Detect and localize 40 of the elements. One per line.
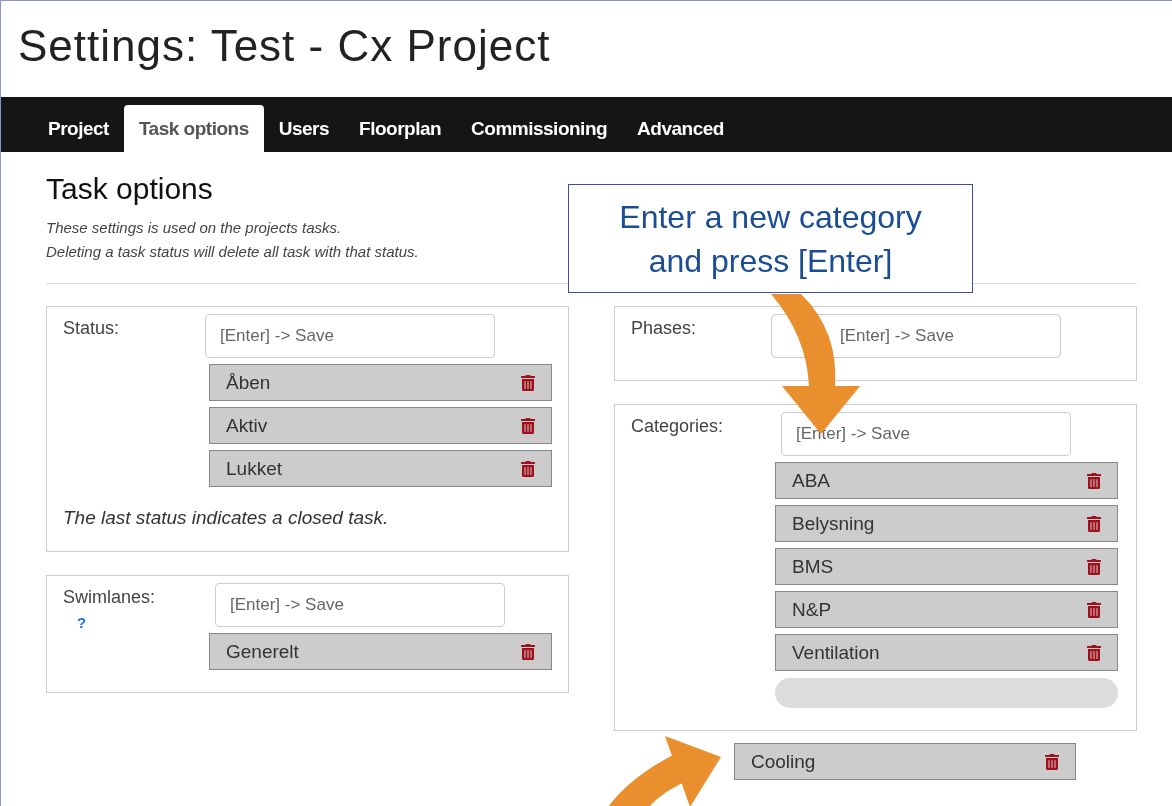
list-item[interactable]: Ventilation (775, 634, 1118, 671)
tab[interactable]: Users (263, 105, 345, 152)
input-field[interactable]: [Enter] -> Save (781, 412, 1071, 456)
tab[interactable]: Task options (123, 105, 264, 152)
field-label: Phases: (631, 318, 698, 339)
trash-icon[interactable] (1087, 644, 1101, 661)
trash-icon[interactable] (1087, 515, 1101, 532)
list-item[interactable]: Belysning (775, 505, 1118, 542)
list-item[interactable]: Aktiv (209, 407, 552, 444)
trash-icon[interactable] (521, 460, 535, 477)
tab[interactable]: Floorplan (344, 105, 457, 152)
list-item[interactable]: Lukket (209, 450, 552, 487)
trash-icon[interactable] (1087, 558, 1101, 575)
callout-text: Enter a new category and press [Enter] (568, 184, 973, 293)
list-item[interactable]: N&P (775, 591, 1118, 628)
field-label: Status: (63, 318, 121, 339)
trash-icon[interactable] (521, 417, 535, 434)
list-item[interactable]: Cooling (734, 743, 1076, 780)
panel-note: The last status indicates a closed task. (63, 507, 390, 529)
trash-icon[interactable] (521, 374, 535, 391)
section-note: These settings is used on the projects tasks. (46, 218, 342, 238)
tab[interactable]: Project (33, 105, 124, 152)
list-item[interactable]: BMS (775, 548, 1118, 585)
tab[interactable]: Commissioning (456, 105, 623, 152)
help-link[interactable]: ? (77, 614, 209, 631)
trash-icon[interactable] (1045, 753, 1059, 770)
field-label: Swimlanes: (63, 587, 157, 608)
field-label: Categories: (631, 416, 725, 437)
trash-icon[interactable] (1087, 601, 1101, 618)
list-item[interactable]: Generelt (209, 633, 552, 670)
list-item[interactable]: ABA (775, 462, 1118, 499)
trash-icon[interactable] (1087, 472, 1101, 489)
input-field[interactable]: [Enter] -> Save (205, 314, 495, 358)
section-title: Task options (46, 172, 214, 206)
section-note: Deleting a task status will delete all task with that status. (46, 242, 419, 262)
trash-icon[interactable] (521, 643, 535, 660)
input-field[interactable]: [Enter] -> Save (215, 583, 505, 627)
page-title: Settings: Test - Cx Project (17, 20, 552, 72)
tab[interactable]: Advanced (622, 105, 739, 152)
list-item[interactable]: Åben (209, 364, 552, 401)
